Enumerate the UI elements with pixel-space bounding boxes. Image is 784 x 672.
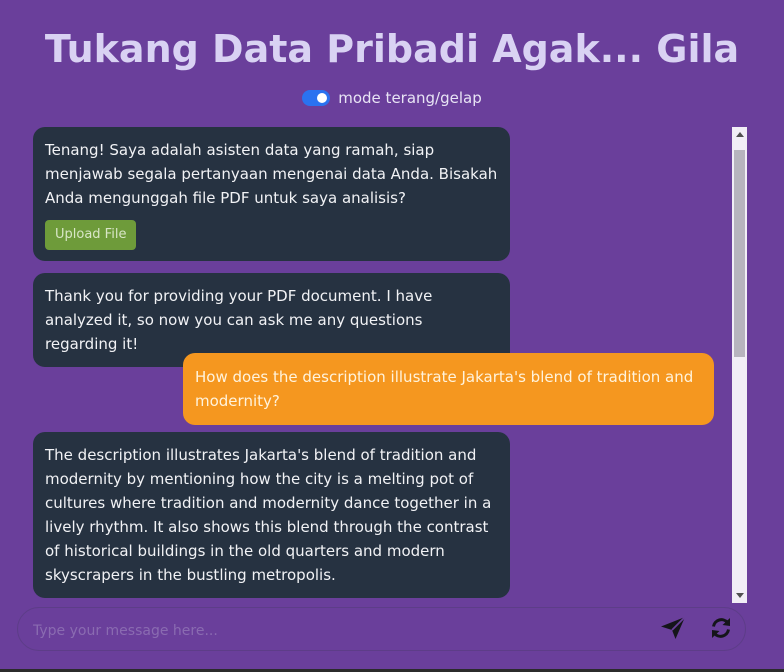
message-text: Thank you for providing your PDF documen…	[45, 287, 433, 353]
upload-file-button[interactable]: Upload File	[45, 220, 137, 250]
refresh-icon	[709, 616, 733, 644]
message-input[interactable]	[31, 618, 635, 644]
scroll-thumb[interactable]	[734, 150, 745, 357]
chat-scrollbar[interactable]	[732, 127, 747, 603]
message-composer	[17, 607, 746, 651]
scroll-down-arrow-icon[interactable]	[732, 588, 747, 603]
send-button[interactable]	[659, 616, 687, 644]
chat-history: Tenang! Saya adalah asisten data yang ra…	[28, 127, 732, 603]
theme-toggle-switch[interactable]	[302, 90, 331, 106]
message-text: How does the description illustrate Jaka…	[195, 368, 694, 410]
bot-message: The description illustrates Jakarta's bl…	[33, 432, 510, 598]
message-text: The description illustrates Jakarta's bl…	[45, 446, 492, 584]
toggle-knob	[317, 93, 328, 103]
bot-message: Tenang! Saya adalah asisten data yang ra…	[33, 127, 510, 261]
paper-plane-icon	[660, 616, 686, 644]
scroll-up-arrow-icon[interactable]	[732, 127, 747, 142]
refresh-button[interactable]	[707, 617, 735, 643]
page-title: Tukang Data Pribadi Agak... Gila	[44, 27, 740, 71]
message-text: Tenang! Saya adalah asisten data yang ra…	[45, 141, 498, 207]
theme-toggle-label: mode terang/gelap	[338, 89, 482, 107]
theme-toggle-row: mode terang/gelap	[0, 89, 784, 107]
chat-app: Tukang Data Pribadi Agak... Gila mode te…	[0, 0, 784, 672]
user-message: How does the description illustrate Jaka…	[183, 353, 714, 425]
